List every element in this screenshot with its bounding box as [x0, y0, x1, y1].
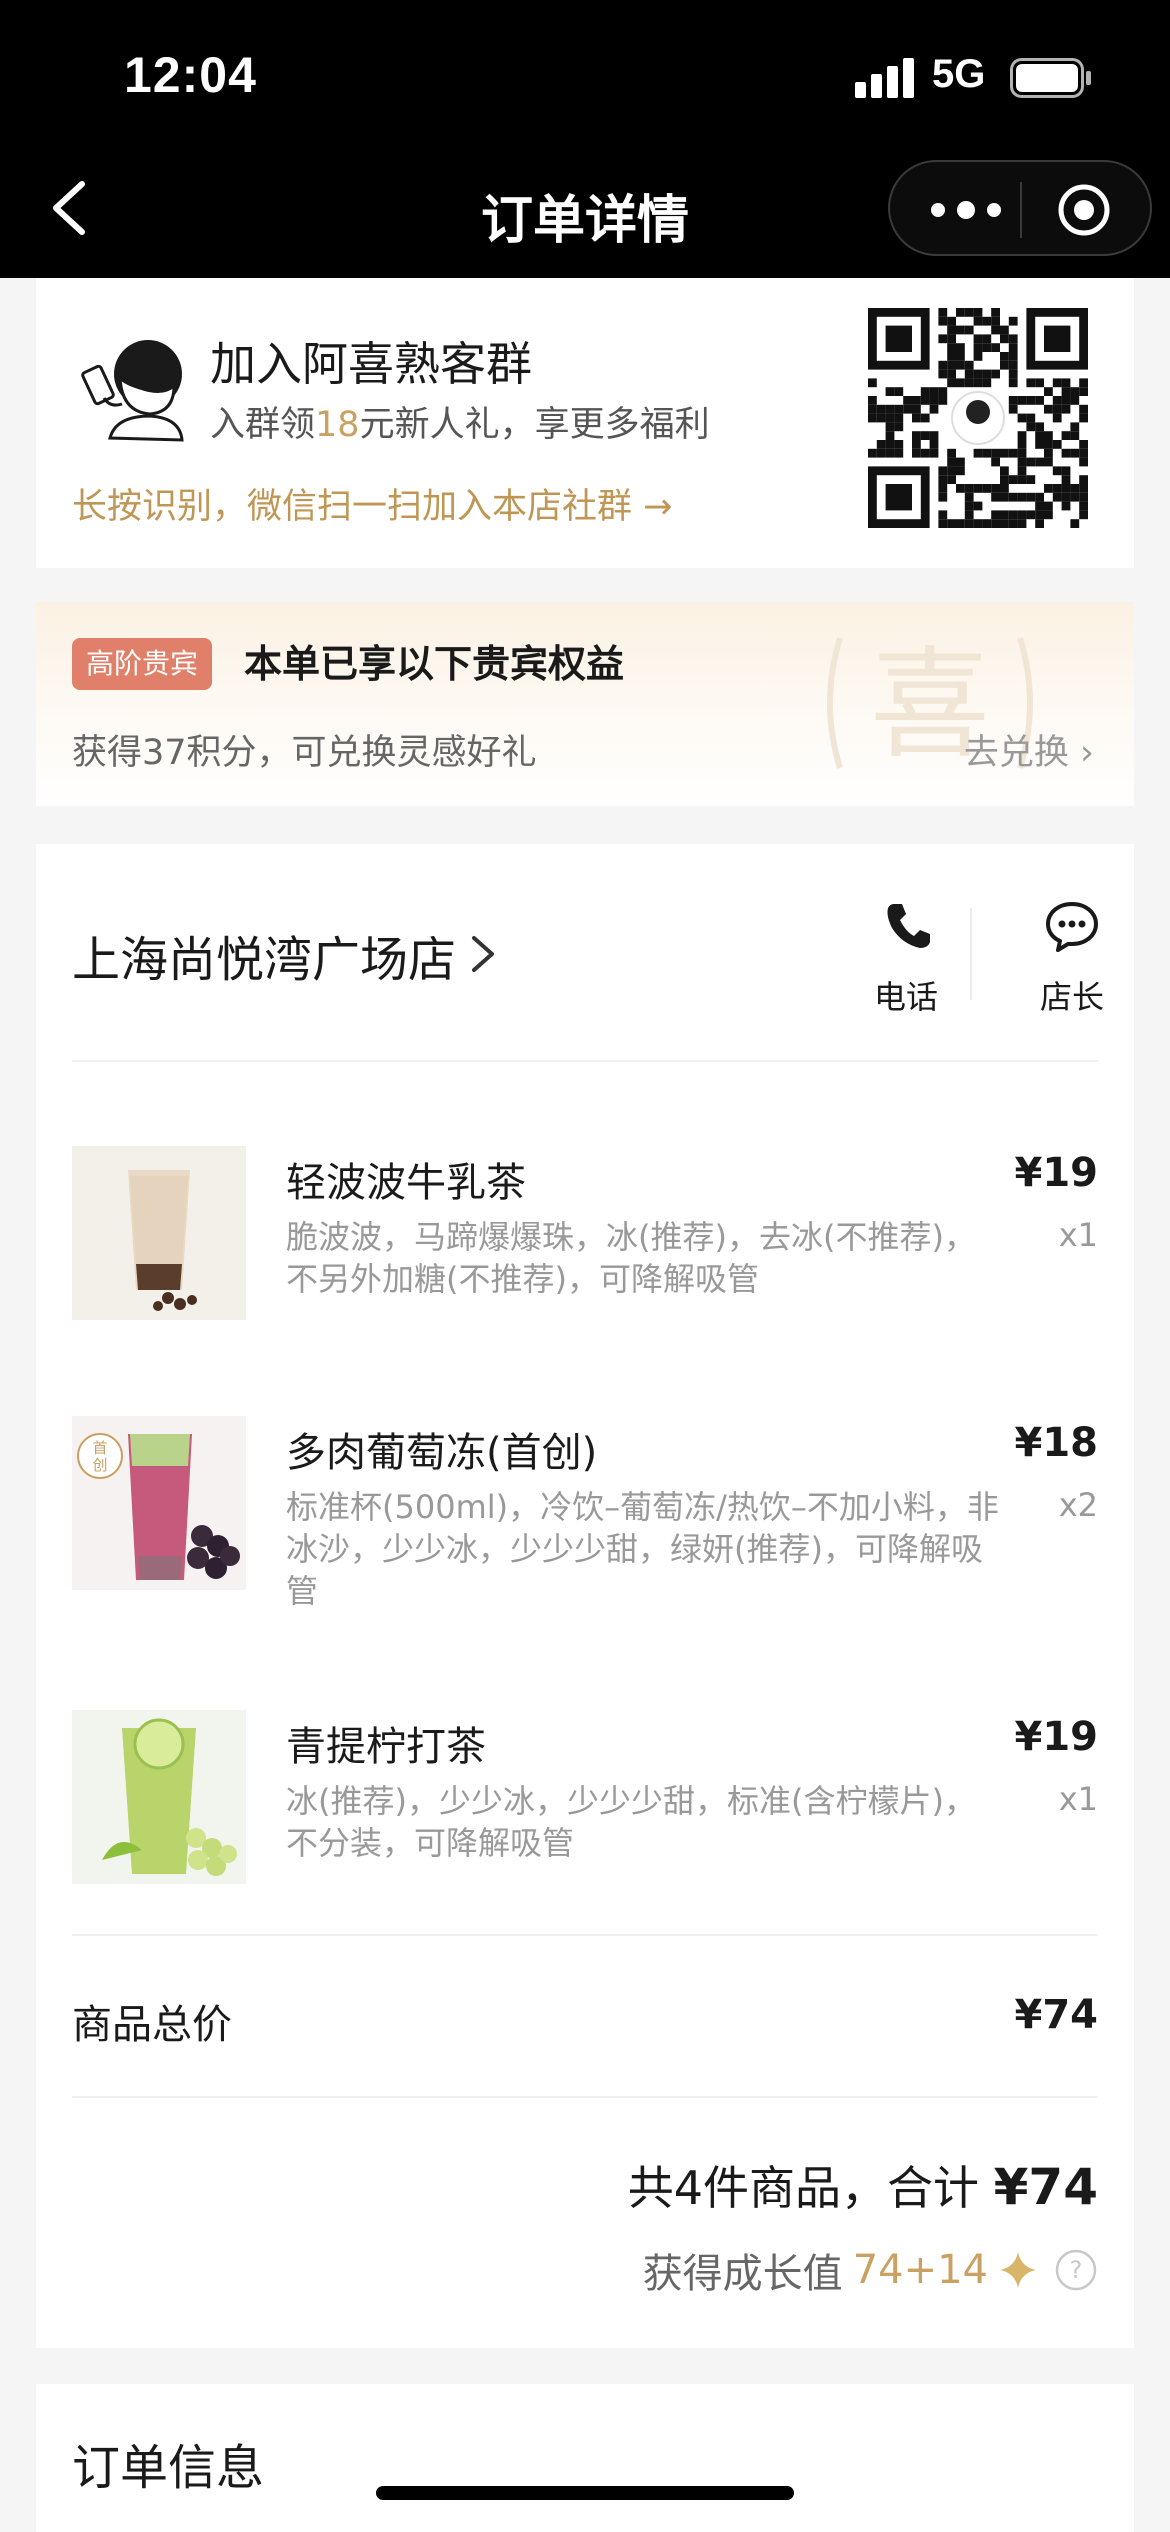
- chevron-right-icon[interactable]: [468, 932, 498, 976]
- summary-text: 共4件商品，合计: [627, 2161, 994, 2215]
- first-badge-top: 首: [92, 1439, 107, 1457]
- order-card: 上海尚悦湾广场店 电话 店长 轻波波牛乳茶 脆波波，马蹄爆爆珠，冰(推荐)，去冰…: [36, 844, 1134, 2348]
- group-subtitle-pre: 入群领: [210, 405, 316, 445]
- milk-tea-image: [72, 1146, 246, 1320]
- first-badge-bottom: 创: [92, 1456, 107, 1474]
- battery-icon: [1010, 58, 1091, 98]
- item-spec: 冰(推荐)，少少冰，少少少甜，标准(含柠檬片)，不分装，可降解吸管: [286, 1782, 976, 1862]
- redeem-link[interactable]: 去兑换 ›: [964, 724, 1094, 775]
- chat-bubble-icon: [1046, 902, 1098, 952]
- item-spec: 标准杯(500ml)，冷饮–葡萄冻/热饮–不加小料，非冰沙，少少冰，少少少甜，绿…: [286, 1488, 999, 1610]
- divider: [72, 1934, 1098, 1936]
- order-item[interactable]: 首 创 多肉葡萄冻(首创) 标准杯(500ml)，冷饮–葡萄冻/热饮–不加小料，…: [72, 1416, 1098, 1636]
- vip-badge: 高阶贵宾: [72, 638, 213, 690]
- home-indicator[interactable]: [376, 2486, 794, 2500]
- signal-icon: [855, 58, 915, 98]
- item-name: 青提柠打茶: [286, 1724, 486, 1770]
- manager-label: 店长: [1039, 978, 1104, 1016]
- divider: [72, 2096, 1098, 2098]
- more-dots-icon[interactable]: [926, 190, 1006, 230]
- vip-points-desc: 获得37积分，可兑换灵感好礼: [72, 733, 537, 773]
- target-icon[interactable]: [1056, 182, 1112, 238]
- goods-total-value: ¥74: [1014, 1992, 1099, 2038]
- action-divider: [970, 908, 972, 1000]
- group-title: 加入阿喜熟客群: [210, 337, 532, 391]
- brand-avatar-icon: [81, 340, 184, 442]
- network-label: 5G: [932, 52, 986, 96]
- grape-drink-image: 首 创: [72, 1416, 246, 1590]
- item-qty: x1: [1058, 1216, 1098, 1254]
- item-price: ¥18: [1014, 1420, 1099, 1466]
- summary-amount: ¥74: [993, 2158, 1098, 2216]
- sparkle-icon: [1000, 2252, 1036, 2288]
- goods-total-label: 商品总价: [72, 2002, 232, 2048]
- item-price: ¥19: [1014, 1150, 1099, 1196]
- vip-title: 本单已享以下贵宾权益: [244, 642, 625, 686]
- status-time: 12:04: [124, 47, 257, 103]
- group-subtitle-post: 元新人礼，享更多福利: [359, 405, 710, 445]
- call-label: 电话: [873, 978, 938, 1016]
- top-bar: 12:04 5G 订单详情: [0, 0, 1170, 278]
- help-icon[interactable]: ?: [1054, 2248, 1098, 2292]
- growth-label: 获得成长值: [642, 2251, 843, 2297]
- svg-text:?: ?: [1070, 2256, 1083, 2284]
- mini-program-capsule: [888, 160, 1152, 256]
- item-name: 轻波波牛乳茶: [286, 1160, 526, 1206]
- growth-value-row: 获得成长值 74+14 ?: [643, 2238, 1098, 2302]
- manager-chat-button[interactable]: 店长: [1002, 900, 1142, 1020]
- green-grape-tea-image: [72, 1710, 246, 1884]
- order-info-card: 订单信息: [36, 2384, 1134, 2532]
- item-qty: x2: [1058, 1486, 1098, 1524]
- order-info-title: 订单信息: [72, 2440, 265, 2496]
- store-name[interactable]: 上海尚悦湾广场店: [72, 920, 456, 990]
- group-join-link[interactable]: 长按识别，微信扫一扫加入本店社群 →: [72, 478, 672, 529]
- capsule-divider: [1020, 182, 1022, 238]
- group-subtitle: 入群领18元新人礼，享更多福利: [210, 396, 710, 447]
- growth-value: 74+14: [852, 2247, 988, 2293]
- item-price: ¥19: [1014, 1714, 1099, 1760]
- group-subtitle-amount: 18: [315, 405, 360, 445]
- order-summary: 共4件商品，合计 ¥74: [628, 2152, 1098, 2218]
- item-spec: 脆波波，马蹄爆爆珠，冰(推荐)，去冰(不推荐)，不另外加糖(不推荐)，可降解吸管: [286, 1218, 976, 1298]
- vip-benefits-card: 喜 高阶贵宾 本单已享以下贵宾权益 获得37积分，可兑换灵感好礼 去兑换 ›: [36, 602, 1134, 806]
- order-item[interactable]: 轻波波牛乳茶 脆波波，马蹄爆爆珠，冰(推荐)，去冰(不推荐)，不另外加糖(不推荐…: [72, 1146, 1098, 1320]
- phone-icon: [887, 904, 930, 948]
- divider: [72, 1060, 1098, 1062]
- call-button[interactable]: 电话: [836, 900, 976, 1020]
- join-group-card[interactable]: 加入阿喜熟客群 入群领18元新人礼，享更多福利 长按识别，微信扫一扫加入本店社群…: [36, 278, 1134, 568]
- item-qty: x1: [1058, 1780, 1098, 1818]
- item-name: 多肉葡萄冻(首创): [286, 1430, 598, 1476]
- order-item[interactable]: 青提柠打茶 冰(推荐)，少少冰，少少少甜，标准(含柠檬片)，不分装，可降解吸管 …: [72, 1710, 1098, 1884]
- qr-code[interactable]: [868, 308, 1088, 528]
